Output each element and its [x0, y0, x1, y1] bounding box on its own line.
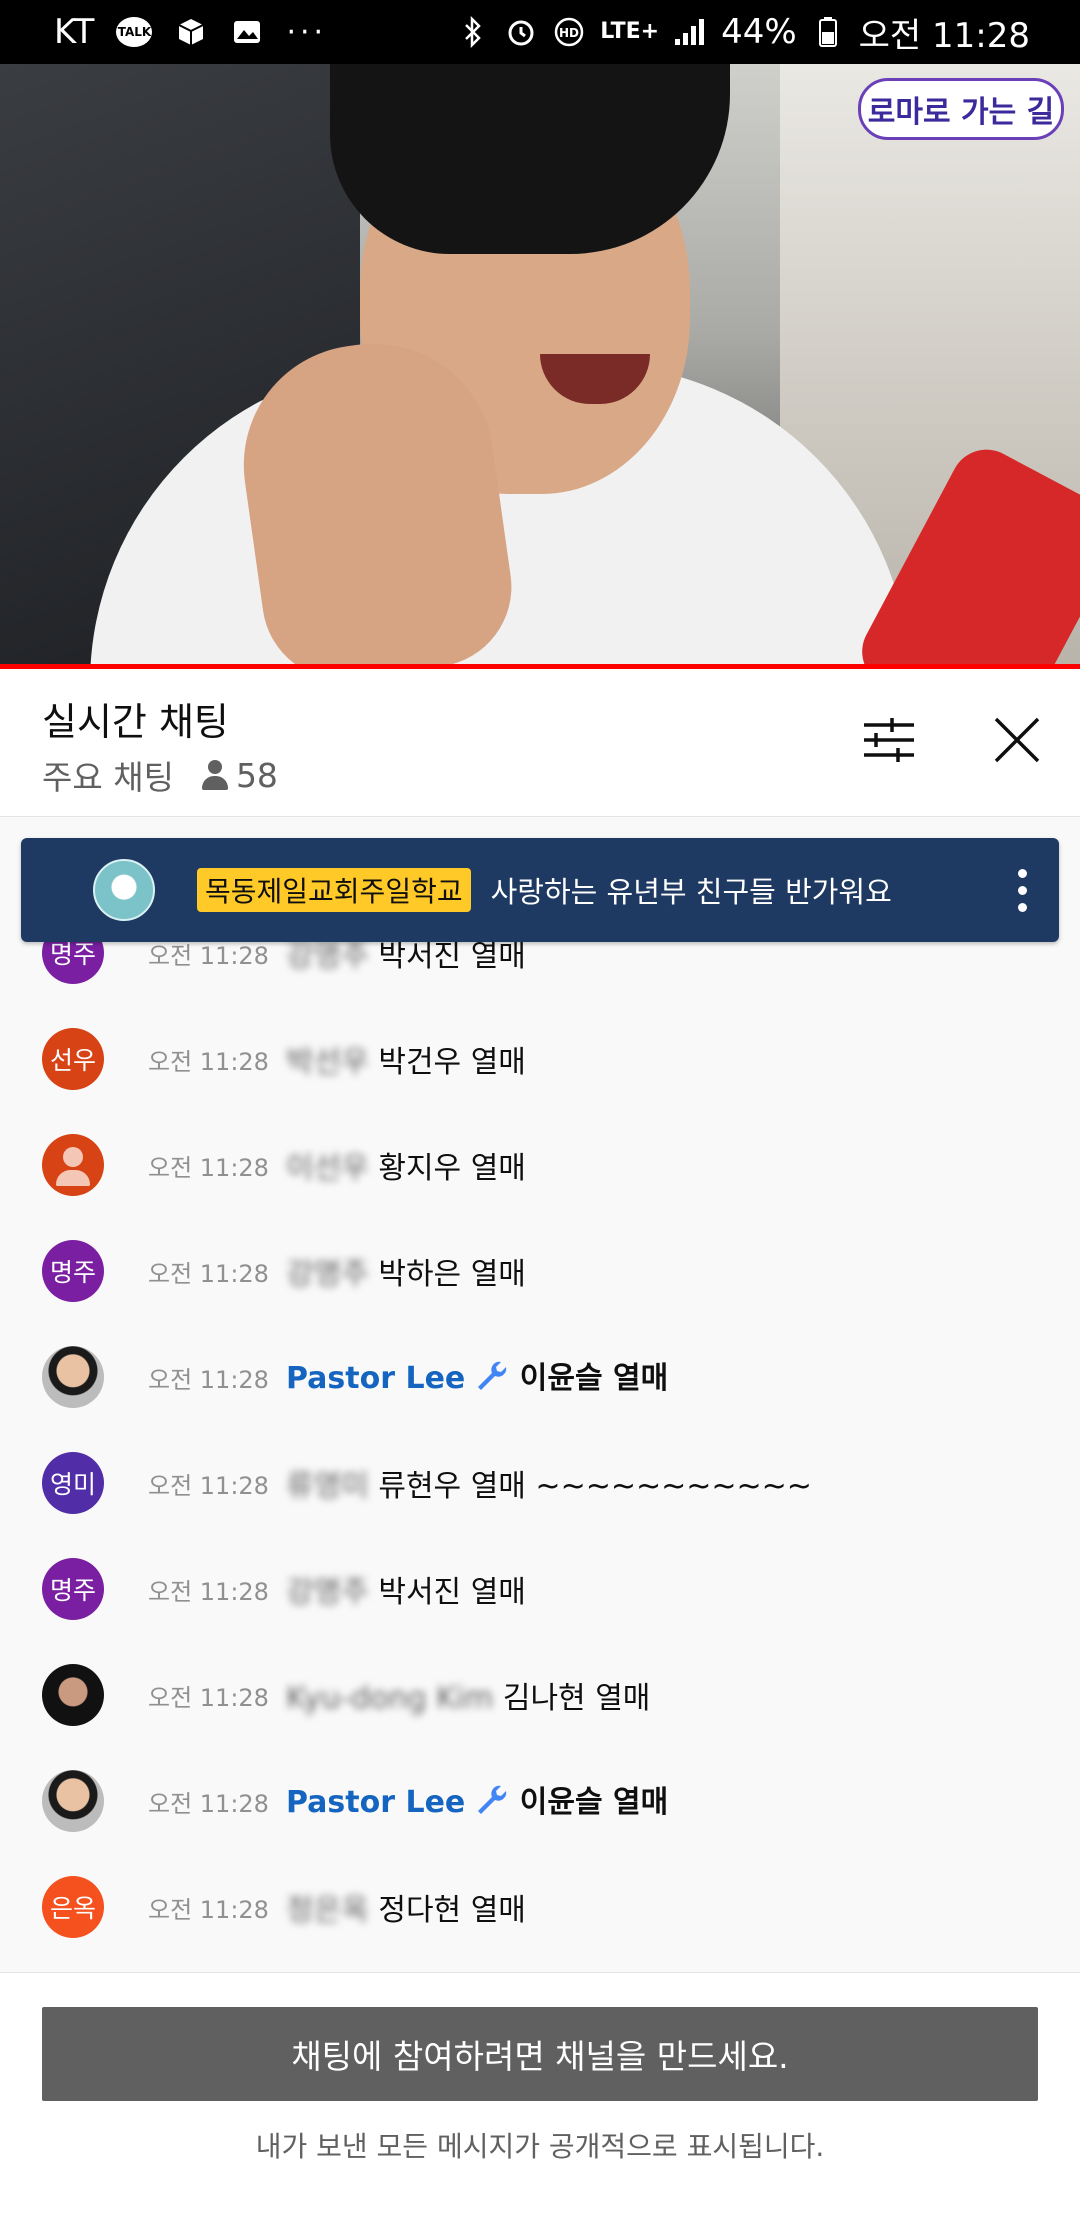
live-chat-header: 실시간 채팅 주요 채팅 58: [0, 669, 1080, 817]
cube-icon: [174, 15, 208, 49]
clock: 오전 11:28: [858, 15, 1030, 56]
message-timestamp: 오전 11:28: [148, 1895, 269, 1924]
message-timestamp: 오전 11:28: [148, 1047, 269, 1076]
pinned-message-banner[interactable]: 목동제일교회주일학교 사랑하는 유년부 친구들 반가워요: [21, 838, 1059, 942]
chat-title: 실시간 채팅: [42, 700, 229, 744]
wrench-icon: [475, 1783, 509, 1825]
author-avatar[interactable]: 명주: [42, 1240, 104, 1302]
public-message-disclaimer: 내가 보낸 모든 메시지가 공개적으로 표시됩니다.: [255, 2130, 825, 2163]
message-author[interactable]: 강명주 박하은 열매: [286, 1249, 526, 1293]
message-text: 박하은 열매: [378, 1257, 526, 1292]
chat-message-list[interactable]: 명주 오전 11:28 강명주 박서진 열매 선우 오전 11:28 박선우 박…: [0, 900, 1080, 1970]
message-author-moderator[interactable]: Pastor Lee 이윤슬 열매: [286, 1777, 668, 1825]
message-timestamp: 오전 11:28: [148, 1471, 269, 1500]
message-timestamp: 오전 11:28: [148, 1365, 269, 1394]
overflow-dots: ···: [286, 14, 328, 50]
author-avatar-photo[interactable]: [42, 1664, 104, 1726]
author-avatar[interactable]: 영미: [42, 1452, 104, 1514]
message-text: 정다현 열매: [378, 1893, 526, 1928]
person-icon: [201, 760, 228, 790]
message-timestamp: 오전 11:28: [148, 1577, 269, 1606]
battery-percent: 44%: [721, 12, 797, 52]
message-text: 이윤슬 열매: [519, 1785, 669, 1821]
hd-voice-icon: HD: [552, 15, 586, 49]
message-text: 이윤슬 열매: [519, 1361, 669, 1397]
message-text: 황지우 열매: [378, 1151, 526, 1186]
pinned-author-chip[interactable]: 목동제일교회주일학교: [197, 868, 471, 912]
battery-icon: [811, 15, 845, 49]
message-author[interactable]: 박선우 박건우 열매: [286, 1037, 526, 1081]
chat-mode-row[interactable]: 주요 채팅 58: [42, 751, 278, 799]
message-timestamp: 오전 11:28: [148, 1153, 269, 1182]
pinned-message-text: 사랑하는 유년부 친구들 반가워요: [490, 875, 892, 909]
message-text: 박서진 열매: [378, 939, 526, 974]
close-icon: [992, 715, 1042, 769]
wrench-icon: [475, 1359, 509, 1401]
chat-message: 명주 오전 11:28 강명주 박하은 열매: [0, 1218, 1080, 1324]
gallery-icon: [230, 15, 264, 49]
chat-message: 은옥 오전 11:28 정은옥 정다현 열매: [0, 1854, 1080, 1960]
close-chat-button[interactable]: [984, 709, 1050, 775]
author-avatar[interactable]: 은옥: [42, 1876, 104, 1938]
default-avatar-icon[interactable]: [42, 1134, 104, 1196]
pinned-author-avatar[interactable]: [93, 859, 155, 921]
message-author[interactable]: 이선우 황지우 열매: [286, 1143, 526, 1187]
author-avatar-photo[interactable]: [42, 1346, 104, 1408]
chat-message: 명주 오전 11:28 강명주 박서진 열매: [0, 1536, 1080, 1642]
chat-message: 오전 11:28 이선우 황지우 열매: [0, 1112, 1080, 1218]
viewer-count: 58: [201, 755, 278, 795]
channel-watermark-logo: 로마로 가는 길: [858, 78, 1064, 140]
network-type: LTE+: [600, 19, 660, 44]
message-text: 박서진 열매: [378, 1575, 526, 1610]
pinned-more-button[interactable]: [1007, 860, 1037, 920]
message-timestamp: 오전 11:28: [148, 1683, 269, 1712]
carrier-label: KT: [54, 12, 95, 52]
message-text: 김나현 열매: [502, 1681, 651, 1716]
chat-message: 영미 오전 11:28 류영미 류현우 열매 ~~~~~~~~~~~: [0, 1430, 1080, 1536]
bluetooth-icon: [456, 15, 490, 49]
status-bar: KT TALK ··· HD LTE+ 44% 오전 11:28: [0, 0, 1080, 64]
message-timestamp: 오전 11:28: [148, 1789, 269, 1818]
viewer-count-value: 58: [235, 755, 278, 795]
sliders-icon: [862, 716, 916, 768]
chat-filter-button[interactable]: [856, 709, 922, 775]
signal-icon: [673, 15, 707, 49]
chat-message: 오전 11:28 Pastor Lee 이윤슬 열매: [0, 1748, 1080, 1854]
chat-mode-label[interactable]: 주요 채팅: [42, 751, 174, 799]
author-avatar-photo[interactable]: [42, 1770, 104, 1832]
message-author[interactable]: Kyu-dong Kim 김나현 열매: [286, 1673, 650, 1717]
author-avatar[interactable]: 선우: [42, 1028, 104, 1090]
svg-text:HD: HD: [559, 26, 579, 40]
chat-input-area: 채팅에 참여하려면 채널을 만드세요. 내가 보낸 모든 메시지가 공개적으로 …: [0, 1972, 1080, 2220]
message-author[interactable]: 강명주 박서진 열매: [286, 1567, 526, 1611]
message-author-moderator[interactable]: Pastor Lee 이윤슬 열매: [286, 1353, 668, 1401]
video-player[interactable]: 로마로 가는 길: [0, 64, 1080, 664]
message-text: 류현우 열매 ~~~~~~~~~~~: [378, 1469, 812, 1504]
author-avatar[interactable]: 명주: [42, 1558, 104, 1620]
kakaotalk-icon: TALK: [116, 17, 153, 47]
message-author[interactable]: 류영미 류현우 열매 ~~~~~~~~~~~: [286, 1461, 812, 1505]
more-vert-icon: [1017, 868, 1027, 878]
message-author[interactable]: 정은옥 정다현 열매: [286, 1885, 526, 1929]
chat-message: 선우 오전 11:28 박선우 박건우 열매: [0, 1006, 1080, 1112]
chat-message: 오전 11:28 Kyu-dong Kim 김나현 열매: [0, 1642, 1080, 1748]
message-timestamp: 오전 11:28: [148, 1259, 269, 1288]
message-text: 박건우 열매: [378, 1045, 526, 1080]
alarm-icon: [504, 15, 538, 49]
create-channel-button[interactable]: 채팅에 참여하려면 채널을 만드세요.: [42, 2007, 1038, 2101]
chat-message: 오전 11:28 Pastor Lee 이윤슬 열매: [0, 1324, 1080, 1430]
